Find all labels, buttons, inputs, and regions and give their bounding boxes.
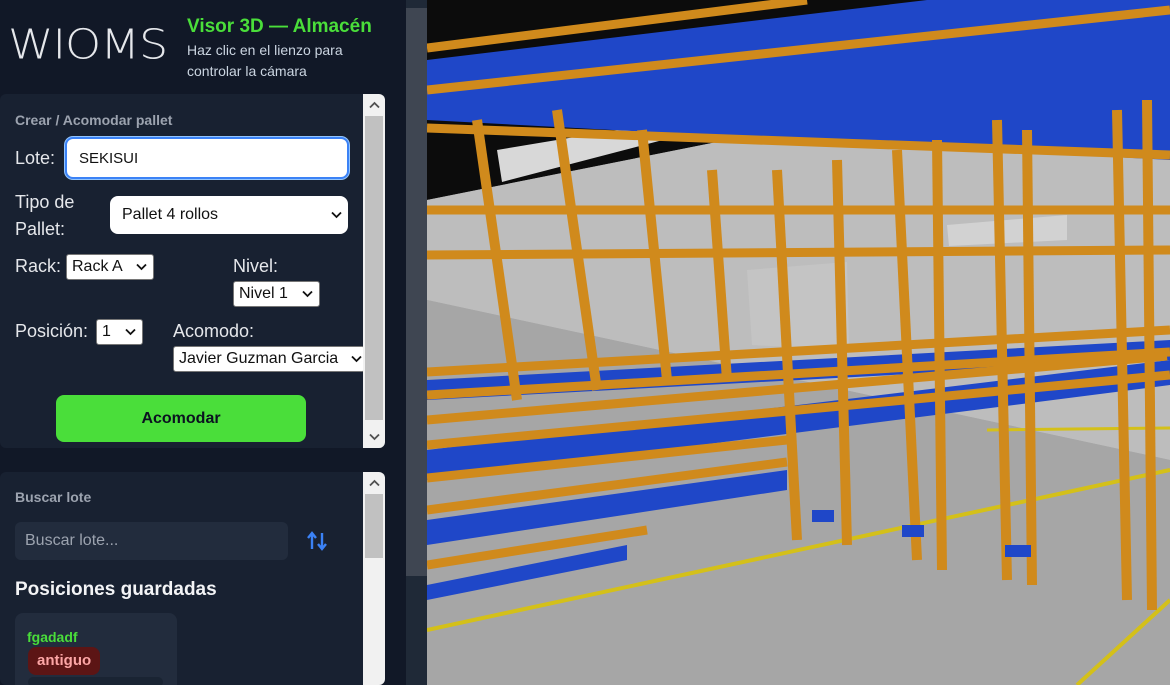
card-footer-strip (28, 677, 163, 685)
search-section-title: Buscar lote (15, 489, 92, 505)
tipo-pallet-label-line1: Tipo de (15, 192, 75, 212)
app-logo: WIOMS (8, 19, 168, 69)
header: WIOMS Visor 3D — Almacén Haz clic en el … (0, 0, 406, 90)
chevron-down-icon (351, 355, 362, 363)
pallet-block (812, 510, 834, 522)
panel-splitter[interactable] (406, 0, 427, 685)
pallet-block (1005, 545, 1031, 557)
chevron-up-icon[interactable] (363, 94, 385, 116)
wall-vent (747, 262, 849, 350)
tipo-pallet-value: Pallet 4 rollos (122, 206, 219, 223)
search-input[interactable]: Buscar lote... (15, 522, 288, 560)
search-panel: Buscar lote Buscar lote... Posiciones gu… (0, 472, 385, 685)
rack-value: Rack A (72, 258, 123, 275)
acomodo-label: Acomodo: (173, 321, 255, 341)
tipo-pallet-select[interactable]: Pallet 4 rollos (110, 196, 348, 234)
chevron-down-icon[interactable] (363, 426, 385, 448)
lote-label: Lote: (15, 148, 56, 168)
splitter-scroll-thumb[interactable] (406, 8, 427, 576)
app-title: Visor 3D — Almacén (187, 16, 372, 37)
acomodo-select[interactable]: Javier Guzman Garcia (173, 346, 365, 372)
acomodar-button[interactable]: Acomodar (56, 395, 306, 442)
form-scrollbar[interactable] (363, 94, 385, 448)
pallet-block (902, 525, 924, 537)
saved-position-card[interactable]: fgadadf antiguo (15, 613, 177, 685)
rack-select[interactable]: Rack A (66, 254, 154, 280)
rack-label: Rack: (15, 256, 62, 276)
3d-viewer-canvas[interactable] (427, 0, 1170, 685)
nivel-label: Nivel: (233, 256, 279, 276)
search-scrollbar[interactable] (363, 472, 385, 685)
chevron-down-icon (125, 328, 136, 336)
posicion-label: Posición: (15, 321, 89, 341)
floor-line (986, 426, 1170, 432)
saved-positions-title: Posiciones guardadas (15, 579, 217, 600)
pallet-form-panel: Crear / Acomodar pallet Lote: Tipo de Pa… (0, 94, 385, 448)
tipo-pallet-label-line2: Pallet: (15, 219, 66, 239)
sidebar: WIOMS Visor 3D — Almacén Haz clic en el … (0, 0, 406, 685)
age-badge: antiguo (28, 647, 101, 675)
search-placeholder: Buscar lote... (25, 532, 119, 549)
form-section-title: Crear / Acomodar pallet (15, 112, 173, 128)
chevron-down-icon (136, 263, 147, 271)
chevron-up-icon[interactable] (363, 472, 385, 494)
nivel-select[interactable]: Nivel 1 (233, 281, 320, 307)
app-subtitle: Haz clic en el lienzo para controlar la … (187, 42, 343, 79)
posicion-value: 1 (102, 323, 111, 340)
nivel-value: Nivel 1 (239, 285, 288, 302)
search-scroll-thumb[interactable] (365, 494, 383, 558)
posicion-select[interactable]: 1 (96, 319, 143, 345)
form-scroll-thumb[interactable] (365, 116, 383, 420)
warehouse-scene (427, 0, 1170, 685)
chevron-down-icon (302, 290, 313, 298)
lote-input[interactable] (65, 137, 349, 179)
saved-position-name: fgadadf (27, 629, 78, 645)
sort-arrows-icon[interactable] (306, 531, 328, 551)
acomodo-value: Javier Guzman Garcia (179, 350, 339, 367)
chevron-down-icon (331, 211, 342, 219)
